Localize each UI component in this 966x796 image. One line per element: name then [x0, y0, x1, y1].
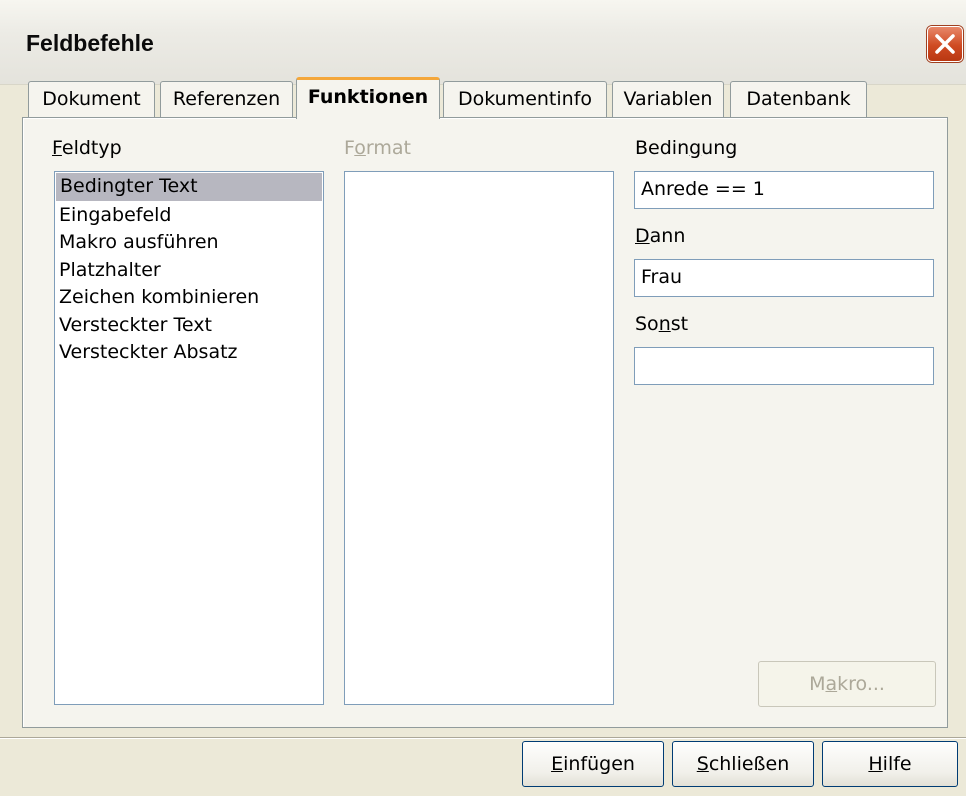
tab-dokumentinfo[interactable]: Dokumentinfo: [443, 81, 607, 117]
tab-funktionen[interactable]: Funktionen: [296, 77, 440, 119]
else-label: Sonst: [635, 313, 689, 335]
list-item[interactable]: Eingabefeld: [55, 202, 323, 230]
tab-label: Referenzen: [172, 88, 281, 110]
condition-input[interactable]: Anrede == 1: [634, 171, 934, 209]
close-dialog-button[interactable]: Schließen: [672, 741, 814, 787]
condition-label: Bedingung: [635, 137, 738, 159]
list-item[interactable]: Bedingter Text: [56, 173, 322, 201]
tab-label: Datenbank: [746, 88, 851, 110]
help-button[interactable]: Hilfe: [822, 741, 958, 787]
list-item[interactable]: Versteckter Text: [55, 312, 323, 340]
tab-label: Dokumentinfo: [457, 88, 593, 110]
tab-datenbank[interactable]: Datenbank: [730, 81, 867, 117]
fieldtype-listbox[interactable]: Bedingter Text Eingabefeld Makro ausführ…: [54, 171, 324, 705]
then-label: Dann: [635, 225, 686, 247]
tab-label: Variablen: [623, 88, 713, 110]
close-button[interactable]: [927, 26, 963, 62]
then-input[interactable]: Frau: [634, 259, 934, 297]
tab-dokument[interactable]: Dokument: [28, 81, 155, 117]
tab-label: Dokument: [42, 88, 141, 110]
list-item[interactable]: Platzhalter: [55, 257, 323, 285]
bottom-separator: [0, 737, 966, 739]
list-item[interactable]: Zeichen kombinieren: [55, 284, 323, 312]
list-item[interactable]: Makro ausführen: [55, 229, 323, 257]
title-bar: Feldbefehle: [0, 0, 966, 85]
tab-variablen[interactable]: Variablen: [612, 81, 724, 117]
tab-label: Funktionen: [307, 86, 429, 108]
insert-button[interactable]: Einfügen: [522, 741, 664, 787]
else-input[interactable]: [634, 347, 934, 385]
window-title: Feldbefehle: [26, 30, 154, 56]
format-label: Format: [344, 137, 411, 159]
macro-button[interactable]: Makro...: [758, 661, 936, 707]
format-listbox[interactable]: [344, 171, 614, 705]
fieldtype-label: Feldtyp: [52, 137, 122, 159]
close-icon: [935, 34, 955, 54]
list-item[interactable]: Versteckter Absatz: [55, 339, 323, 367]
tab-referenzen[interactable]: Referenzen: [160, 81, 293, 117]
